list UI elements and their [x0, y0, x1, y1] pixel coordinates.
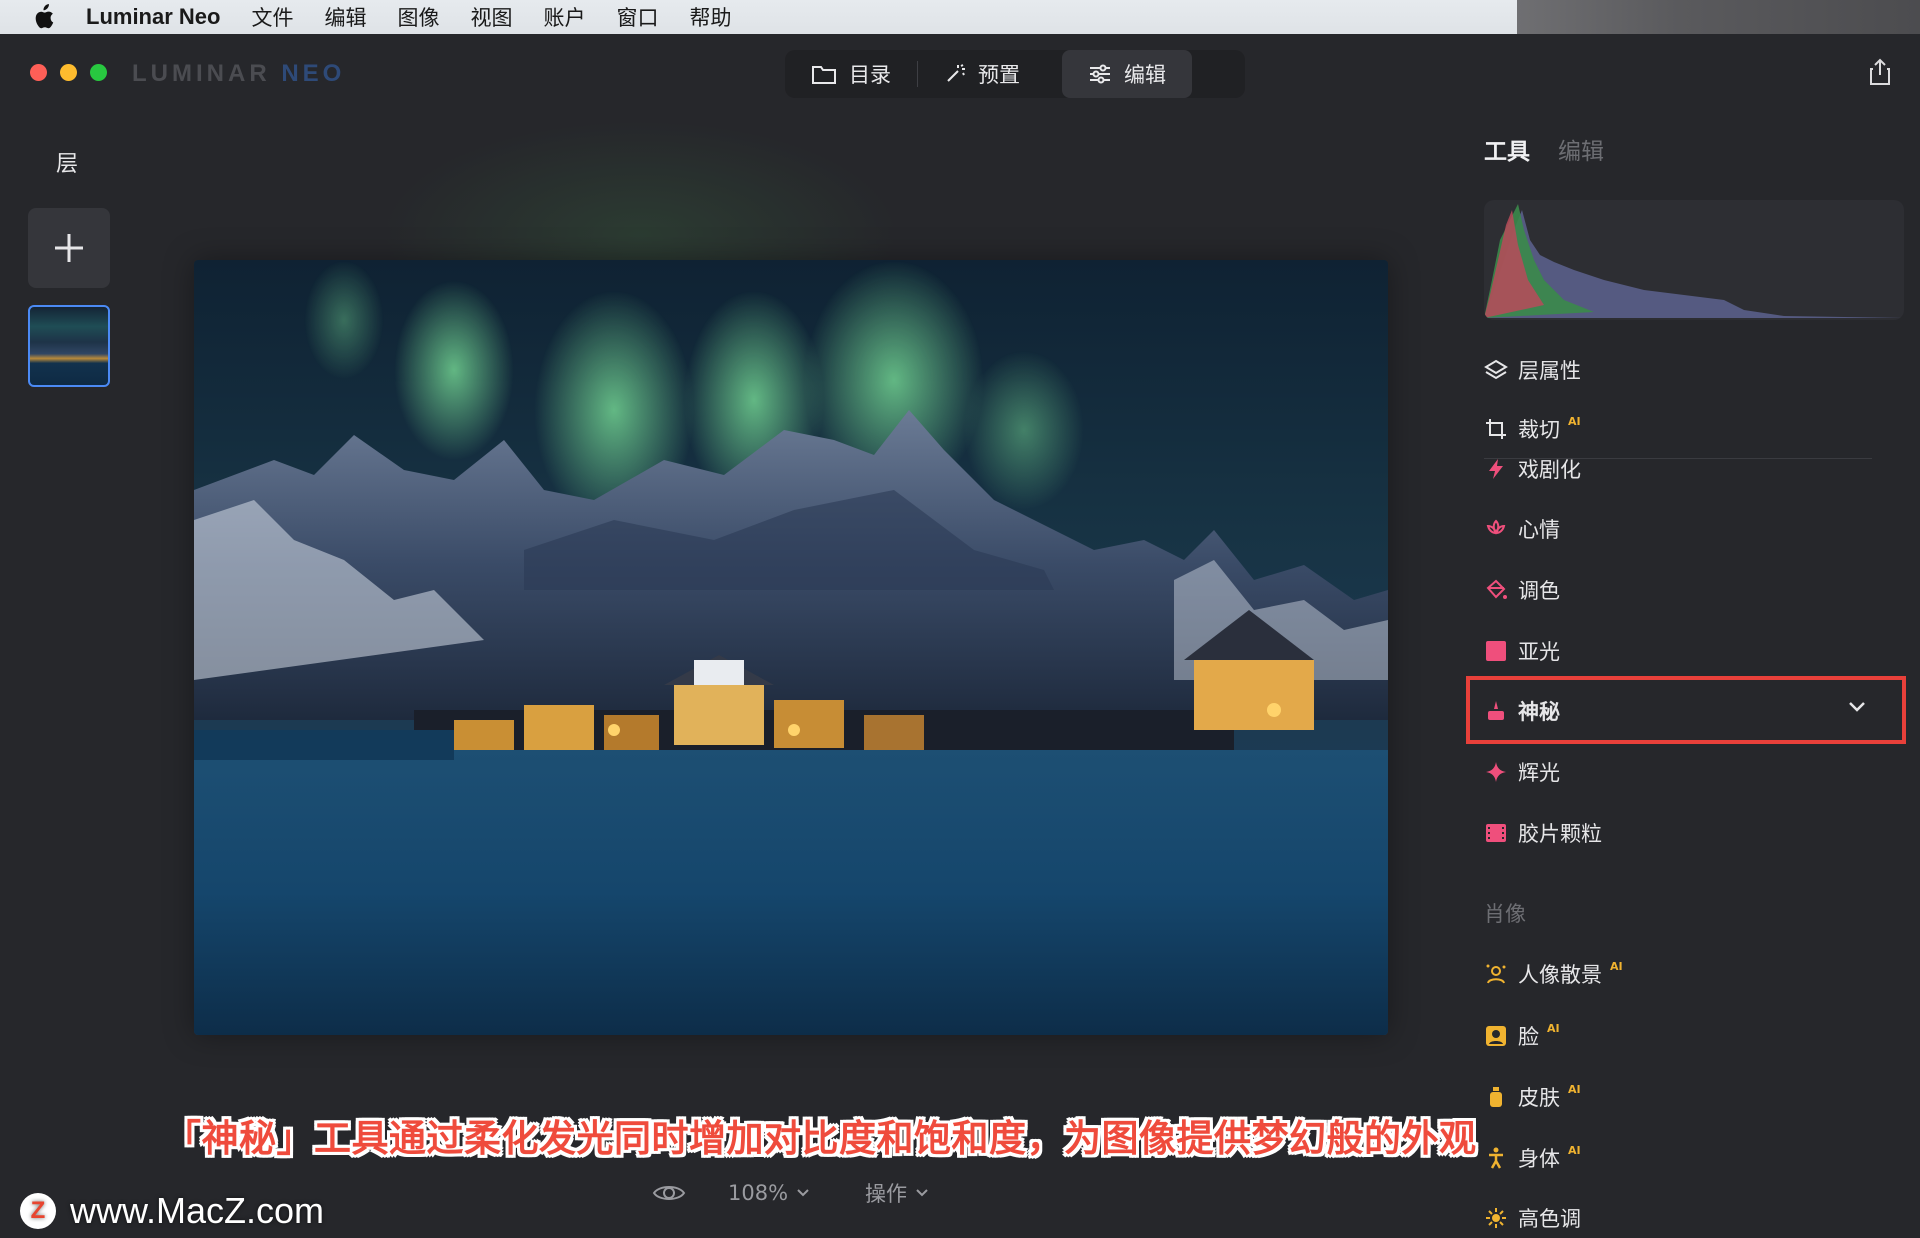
- tool-label: 身体: [1518, 1147, 1560, 1171]
- close-window-button[interactable]: [30, 64, 47, 81]
- preview-toggle-button[interactable]: [652, 1178, 686, 1208]
- folder-icon: [812, 66, 836, 84]
- actions-label: 操作: [865, 1182, 907, 1206]
- mode-edit-button[interactable]: 编辑: [1062, 50, 1192, 98]
- paint-bucket-icon: [1484, 578, 1508, 602]
- mode-presets-button[interactable]: 预置: [918, 50, 1046, 98]
- sliders-icon: [1090, 64, 1110, 84]
- share-button[interactable]: [1868, 58, 1892, 86]
- tool-mood[interactable]: 心情: [1484, 509, 1560, 549]
- tutorial-caption: 「神秘」工具通过柔化发光同时增加对比度和饱和度，为图像提供梦幻般的外观: [164, 1117, 1477, 1160]
- watermark-logo: Z: [20, 1193, 56, 1229]
- app-logo: LUMINAR NEO: [132, 60, 346, 87]
- high-key-icon: [1484, 1206, 1508, 1230]
- tab-tools[interactable]: 工具: [1484, 132, 1530, 166]
- ai-badge: AI: [1568, 1143, 1581, 1157]
- apple-logo-icon[interactable]: [32, 4, 56, 30]
- layer-thumbnail[interactable]: [28, 305, 110, 387]
- menu-account[interactable]: 账户: [543, 2, 585, 32]
- actions-dropdown[interactable]: 操作: [865, 1178, 929, 1208]
- lotus-icon: [1484, 517, 1508, 541]
- tool-portrait-bokeh[interactable]: 人像散景 AI: [1484, 954, 1623, 994]
- tool-label: 裁切: [1518, 418, 1560, 442]
- menu-view[interactable]: 视图: [470, 2, 512, 32]
- portrait-bokeh-icon: [1484, 962, 1508, 986]
- mode-catalog-button[interactable]: 目录: [785, 50, 917, 98]
- watermark: Z www.MacZ.com: [20, 1190, 324, 1232]
- menu-file[interactable]: 文件: [251, 2, 293, 32]
- tool-crop[interactable]: 裁切 AI: [1484, 409, 1581, 449]
- mode-catalog-label: 目录: [849, 63, 891, 87]
- share-icon: [1870, 58, 1890, 85]
- eye-icon: [652, 1186, 686, 1200]
- menu-window[interactable]: 窗口: [616, 2, 658, 32]
- tool-film-grain[interactable]: 胶片颗粒: [1484, 813, 1602, 853]
- layers-title: 层: [56, 152, 79, 177]
- window-controls: [30, 64, 107, 81]
- tool-label: 高色调: [1518, 1207, 1581, 1231]
- tool-label: 调色: [1518, 579, 1560, 603]
- ai-badge: AI: [1568, 1082, 1581, 1096]
- zoom-value: 108%: [728, 1181, 789, 1205]
- tool-color-toning[interactable]: 调色: [1484, 570, 1560, 610]
- tool-label: 胶片颗粒: [1518, 822, 1602, 846]
- tool-label: 人像散景: [1518, 963, 1602, 987]
- minimize-window-button[interactable]: [60, 64, 77, 81]
- tool-label: 心情: [1518, 518, 1560, 542]
- tool-high-key[interactable]: 高色调: [1484, 1198, 1581, 1238]
- mode-switcher: 目录 预置 编辑: [785, 50, 1245, 98]
- tool-label: 脸: [1518, 1025, 1539, 1049]
- menubar-status-area: [1517, 0, 1920, 34]
- tool-matte[interactable]: 亚光: [1484, 631, 1560, 671]
- histogram: [1484, 200, 1904, 320]
- zoom-dropdown[interactable]: 108%: [728, 1178, 810, 1208]
- tool-label: 辉光: [1518, 761, 1560, 785]
- ai-badge: AI: [1547, 1021, 1560, 1035]
- tool-glow[interactable]: 辉光: [1484, 752, 1560, 792]
- zoom-window-button[interactable]: [90, 64, 107, 81]
- tool-skin[interactable]: 皮肤 AI: [1484, 1077, 1581, 1117]
- portrait-section-title: 肖像: [1484, 902, 1526, 926]
- film-icon: [1484, 821, 1508, 845]
- body-icon: [1484, 1146, 1508, 1170]
- face-icon: [1484, 1024, 1508, 1048]
- app-name-menu[interactable]: Luminar Neo: [86, 4, 220, 30]
- right-panel-tabs: 工具 编辑: [1484, 132, 1604, 166]
- tool-label: 层属性: [1518, 359, 1581, 383]
- tool-body[interactable]: 身体 AI: [1484, 1138, 1581, 1178]
- plus-icon: [55, 234, 83, 262]
- chevron-down-icon: [916, 1189, 928, 1197]
- add-layer-button[interactable]: [28, 208, 110, 288]
- ai-badge: AI: [1610, 959, 1623, 973]
- photo-canvas[interactable]: [194, 260, 1388, 1035]
- watermark-text: www.MacZ.com: [70, 1190, 325, 1231]
- tab-edits[interactable]: 编辑: [1558, 132, 1604, 166]
- tool-layer-properties[interactable]: 层属性: [1484, 350, 1581, 390]
- sparkle-icon: [1484, 760, 1508, 784]
- menu-image[interactable]: 图像: [397, 2, 439, 32]
- mode-edit-label: 编辑: [1124, 63, 1166, 87]
- crop-icon: [1484, 417, 1508, 441]
- tool-dramatic[interactable]: 戏剧化: [1484, 451, 1581, 487]
- menu-help[interactable]: 帮助: [689, 2, 731, 32]
- layers-icon: [1484, 358, 1508, 382]
- skin-bottle-icon: [1484, 1085, 1508, 1109]
- lightning-icon: [1484, 457, 1508, 481]
- chevron-down-icon[interactable]: [1848, 700, 1866, 714]
- tool-label: 亚光: [1518, 640, 1560, 664]
- menu-edit[interactable]: 编辑: [324, 2, 366, 32]
- tool-mystical-highlight: [1466, 676, 1906, 744]
- magic-wand-icon: [947, 64, 965, 82]
- chevron-down-icon: [797, 1189, 809, 1197]
- tool-face[interactable]: 脸 AI: [1484, 1016, 1560, 1056]
- matte-square-icon: [1484, 639, 1508, 663]
- tool-label: 戏剧化: [1518, 458, 1581, 482]
- tool-label: 皮肤: [1518, 1086, 1560, 1110]
- mode-presets-label: 预置: [978, 63, 1020, 87]
- menubar: Luminar Neo 文件 编辑 图像 视图 账户 窗口 帮助: [0, 0, 1920, 34]
- ai-badge: AI: [1568, 414, 1581, 428]
